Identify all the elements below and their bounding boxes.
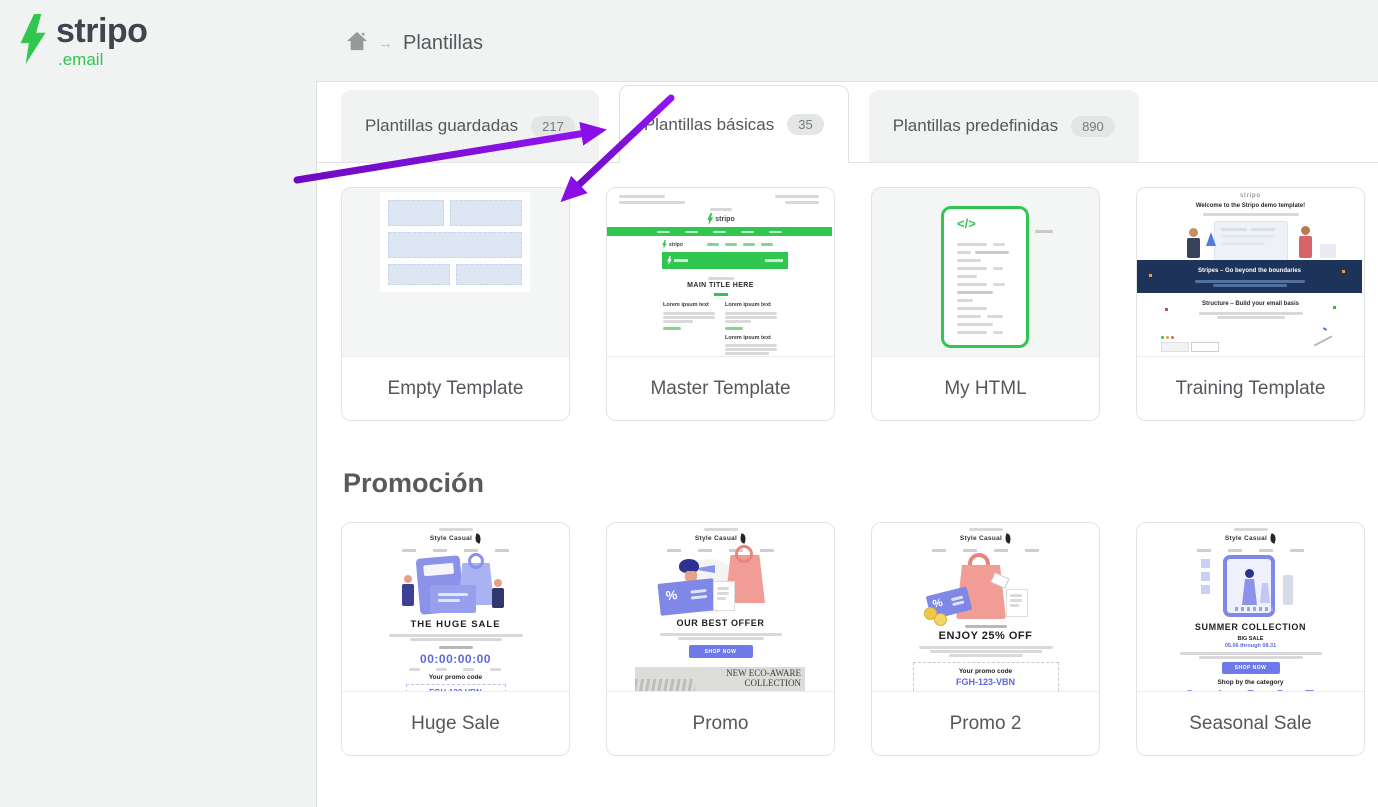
my-html-preview: </> — [872, 188, 1099, 357]
brand-tld: .email — [58, 51, 147, 68]
promo-templates-row: Style Casual THE HUGE SALE — [341, 522, 1378, 756]
tab-plantillas-predefinidas[interactable]: Plantillas predefinidas 890 — [869, 90, 1139, 162]
tab-count-badge: 35 — [787, 114, 823, 135]
collection-line2: COLLECTION — [726, 679, 801, 689]
template-name: Promo 2 — [872, 692, 1099, 755]
style-casual-brand: Style Casual — [607, 534, 834, 543]
shop-now-button: SHOP NOW — [689, 645, 753, 658]
template-name: Master Template — [607, 357, 834, 420]
basic-templates-row: Empty Template stripo — [341, 187, 1378, 421]
section-title-promocion: Promoción — [343, 468, 1378, 499]
master-title: MAIN TITLE HERE — [607, 282, 834, 289]
empty-template-preview — [342, 188, 569, 357]
promo-code-label: Your promo code — [914, 668, 1058, 675]
stripo-logo[interactable]: stripo .email — [16, 14, 147, 68]
feather-icon — [739, 533, 747, 543]
top-header-bar — [0, 0, 1378, 81]
tab-count-badge: 890 — [1071, 116, 1115, 137]
shop-now-button: SHOP NOW — [1222, 662, 1280, 674]
training-headline: Welcome to the Stripo demo template! — [1137, 203, 1364, 209]
template-name: Promo — [607, 692, 834, 755]
tab-label: Plantillas básicas — [644, 115, 774, 135]
main-content: Plantillas guardadas 217 Plantillas bási… — [316, 82, 1378, 807]
template-card-my-html[interactable]: </> M — [871, 187, 1100, 421]
template-name: Training Template — [1137, 357, 1364, 420]
header-divider — [316, 81, 1378, 82]
seasonal-dates: 05.06 through 08.31 — [1137, 643, 1364, 649]
templates-content: Empty Template stripo — [317, 163, 1378, 756]
seasonal-sale-preview: Style Casual SUMMER COLLECTION BIG SALE … — [1137, 523, 1364, 692]
feather-icon — [1269, 533, 1277, 543]
promo-2-preview: Style Casual % ENJ — [872, 523, 1099, 692]
template-name: Seasonal Sale — [1137, 692, 1364, 755]
huge-sale-headline: THE HUGE SALE — [342, 619, 569, 630]
promo-preview: Style Casual % OUR — [607, 523, 834, 692]
seasonal-subhead: BIG SALE — [1137, 636, 1364, 642]
template-card-huge-sale[interactable]: Style Casual THE HUGE SALE — [341, 522, 570, 756]
training-structure-heading: Structure – Build your email basis — [1137, 301, 1364, 307]
tab-plantillas-basicas[interactable]: Plantillas básicas 35 — [619, 85, 849, 163]
huge-sale-preview: Style Casual THE HUGE SALE — [342, 523, 569, 692]
style-casual-brand: Style Casual — [872, 534, 1099, 543]
style-casual-brand: Style Casual — [342, 534, 569, 543]
style-casual-brand: Style Casual — [1137, 534, 1364, 543]
training-stripes-heading: Stripes – Go beyond the boundaries — [1137, 268, 1362, 274]
promo-code-value: FGH-123-VBN — [407, 688, 505, 692]
breadcrumb-current: Plantillas — [403, 32, 483, 55]
brand-name: stripo — [56, 14, 147, 48]
promo-headline: OUR BEST OFFER — [607, 618, 834, 628]
breadcrumb: → Plantillas — [346, 31, 483, 56]
template-card-seasonal-sale[interactable]: Style Casual SUMMER COLLECTION BIG SALE … — [1136, 522, 1365, 756]
sidebar — [0, 0, 316, 807]
tab-label: Plantillas predefinidas — [893, 116, 1058, 136]
template-card-promo[interactable]: Style Casual % OUR — [606, 522, 835, 756]
code-icon: </> — [957, 216, 976, 231]
feather-icon — [474, 533, 482, 543]
tab-count-badge: 217 — [531, 116, 575, 137]
countdown-timer: 00:00:00:00 — [342, 652, 569, 666]
template-name: Empty Template — [342, 357, 569, 420]
seasonal-headline: SUMMER COLLECTION — [1137, 622, 1364, 632]
template-card-training[interactable]: stripo Welcome to the Stripo demo templa… — [1136, 187, 1365, 421]
feather-icon — [1004, 533, 1012, 543]
breadcrumb-arrow-icon: → — [378, 35, 393, 52]
promo-code-label: Your promo code — [342, 674, 569, 681]
template-card-promo-2[interactable]: Style Casual % ENJ — [871, 522, 1100, 756]
template-name: My HTML — [872, 357, 1099, 420]
training-template-preview: stripo Welcome to the Stripo demo templa… — [1137, 188, 1364, 357]
master-template-preview: stripo stripo — [607, 188, 834, 357]
tab-plantillas-guardadas[interactable]: Plantillas guardadas 217 — [341, 90, 599, 162]
template-card-empty[interactable]: Empty Template — [341, 187, 570, 421]
template-tabs: Plantillas guardadas 217 Plantillas bási… — [317, 82, 1378, 163]
template-card-master[interactable]: stripo stripo — [606, 187, 835, 421]
promo2-headline: ENJOY 25% OFF — [872, 630, 1099, 642]
tab-label: Plantillas guardadas — [365, 116, 518, 136]
home-icon[interactable] — [346, 31, 368, 56]
shop-by-category-label: Shop by the category — [1137, 679, 1364, 686]
stripo-bolt-icon — [16, 14, 50, 64]
promo-code-value: FGH-123-VBN — [914, 677, 1058, 687]
template-name: Huge Sale — [342, 692, 569, 755]
